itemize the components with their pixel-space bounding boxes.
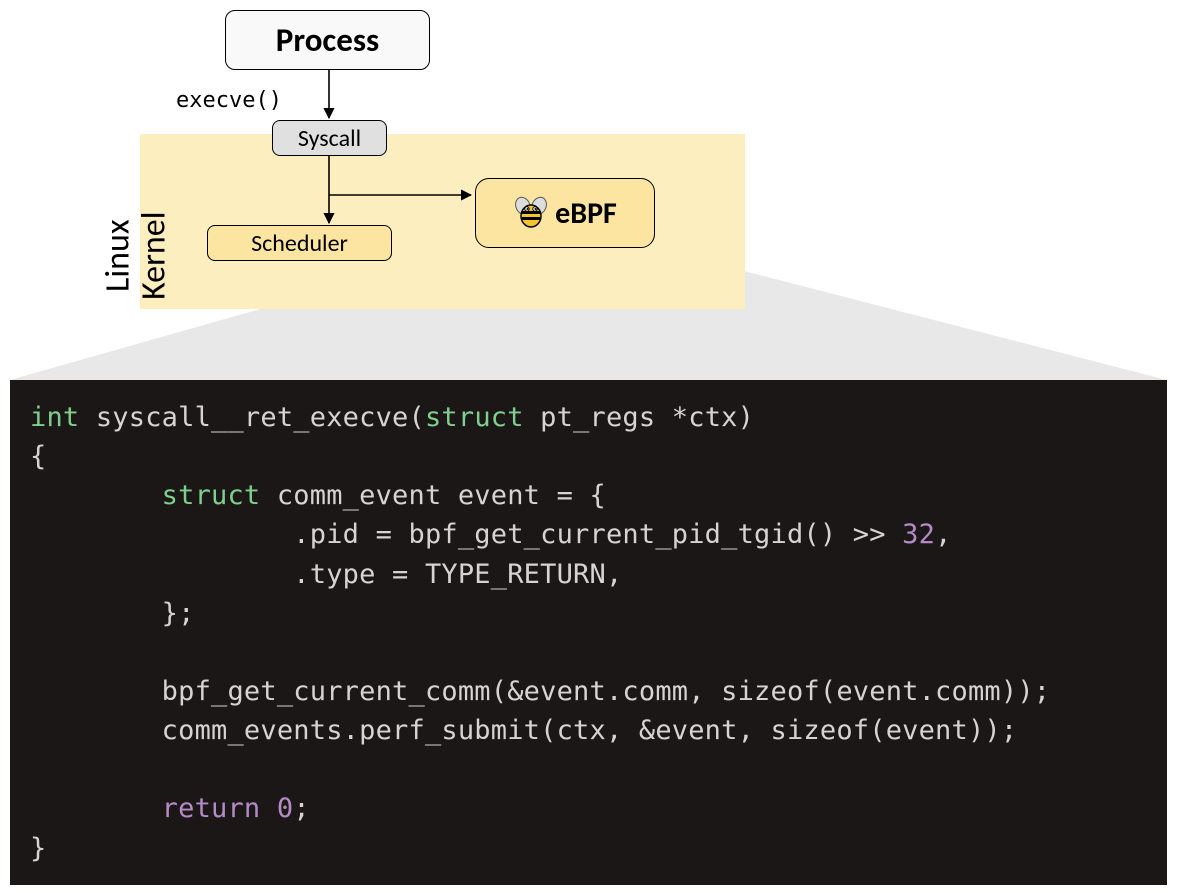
code-structclose: }; xyxy=(162,598,195,629)
code-retnum: 0 xyxy=(277,793,293,824)
process-box: Process xyxy=(225,10,430,70)
code-struct1: struct xyxy=(425,402,524,433)
process-label: Process xyxy=(276,20,379,60)
code-declrest: comm_event event = { xyxy=(260,480,606,511)
ebpf-label: eBPF xyxy=(555,195,617,232)
code-typeline: .type = TYPE_RETURN, xyxy=(293,559,622,590)
code-struct2: struct xyxy=(162,480,261,511)
code-pidpost: , xyxy=(935,519,951,550)
code-retsp xyxy=(260,793,276,824)
code-call2: comm_events.perf_submit(ctx, &event, siz… xyxy=(162,715,1018,746)
ebpf-box: eBPF xyxy=(475,178,655,248)
scheduler-box: Scheduler xyxy=(207,225,392,261)
code-return: return xyxy=(162,793,261,824)
code-braceo: { xyxy=(30,441,46,472)
code-call1: bpf_get_current_comm(&event.comm, sizeof… xyxy=(162,676,1051,707)
scheduler-label: Scheduler xyxy=(251,229,348,258)
code-pidnum: 32 xyxy=(902,519,935,550)
code-retsemi: ; xyxy=(293,793,309,824)
syscall-label: Syscall xyxy=(298,124,361,153)
kernel-label: Linux Kernel xyxy=(101,211,172,299)
execve-label: execve() xyxy=(176,88,282,113)
diagram-stage: Linux Kernel Process execve() Syscall Sc… xyxy=(0,0,1177,895)
code-fn: syscall__ret_execve( xyxy=(79,402,425,433)
syscall-box: Syscall xyxy=(272,120,387,156)
code-int: int xyxy=(30,402,79,433)
code-panel: int syscall__ret_execve(struct pt_regs *… xyxy=(10,380,1167,885)
code-pidpre: .pid = bpf_get_current_pid_tgid() >> xyxy=(293,519,902,550)
code-bracec: } xyxy=(30,833,46,864)
code-sigrest: pt_regs *ctx) xyxy=(524,402,754,433)
kernel-label-line2: Kernel xyxy=(133,211,174,299)
bee-icon xyxy=(513,196,549,230)
